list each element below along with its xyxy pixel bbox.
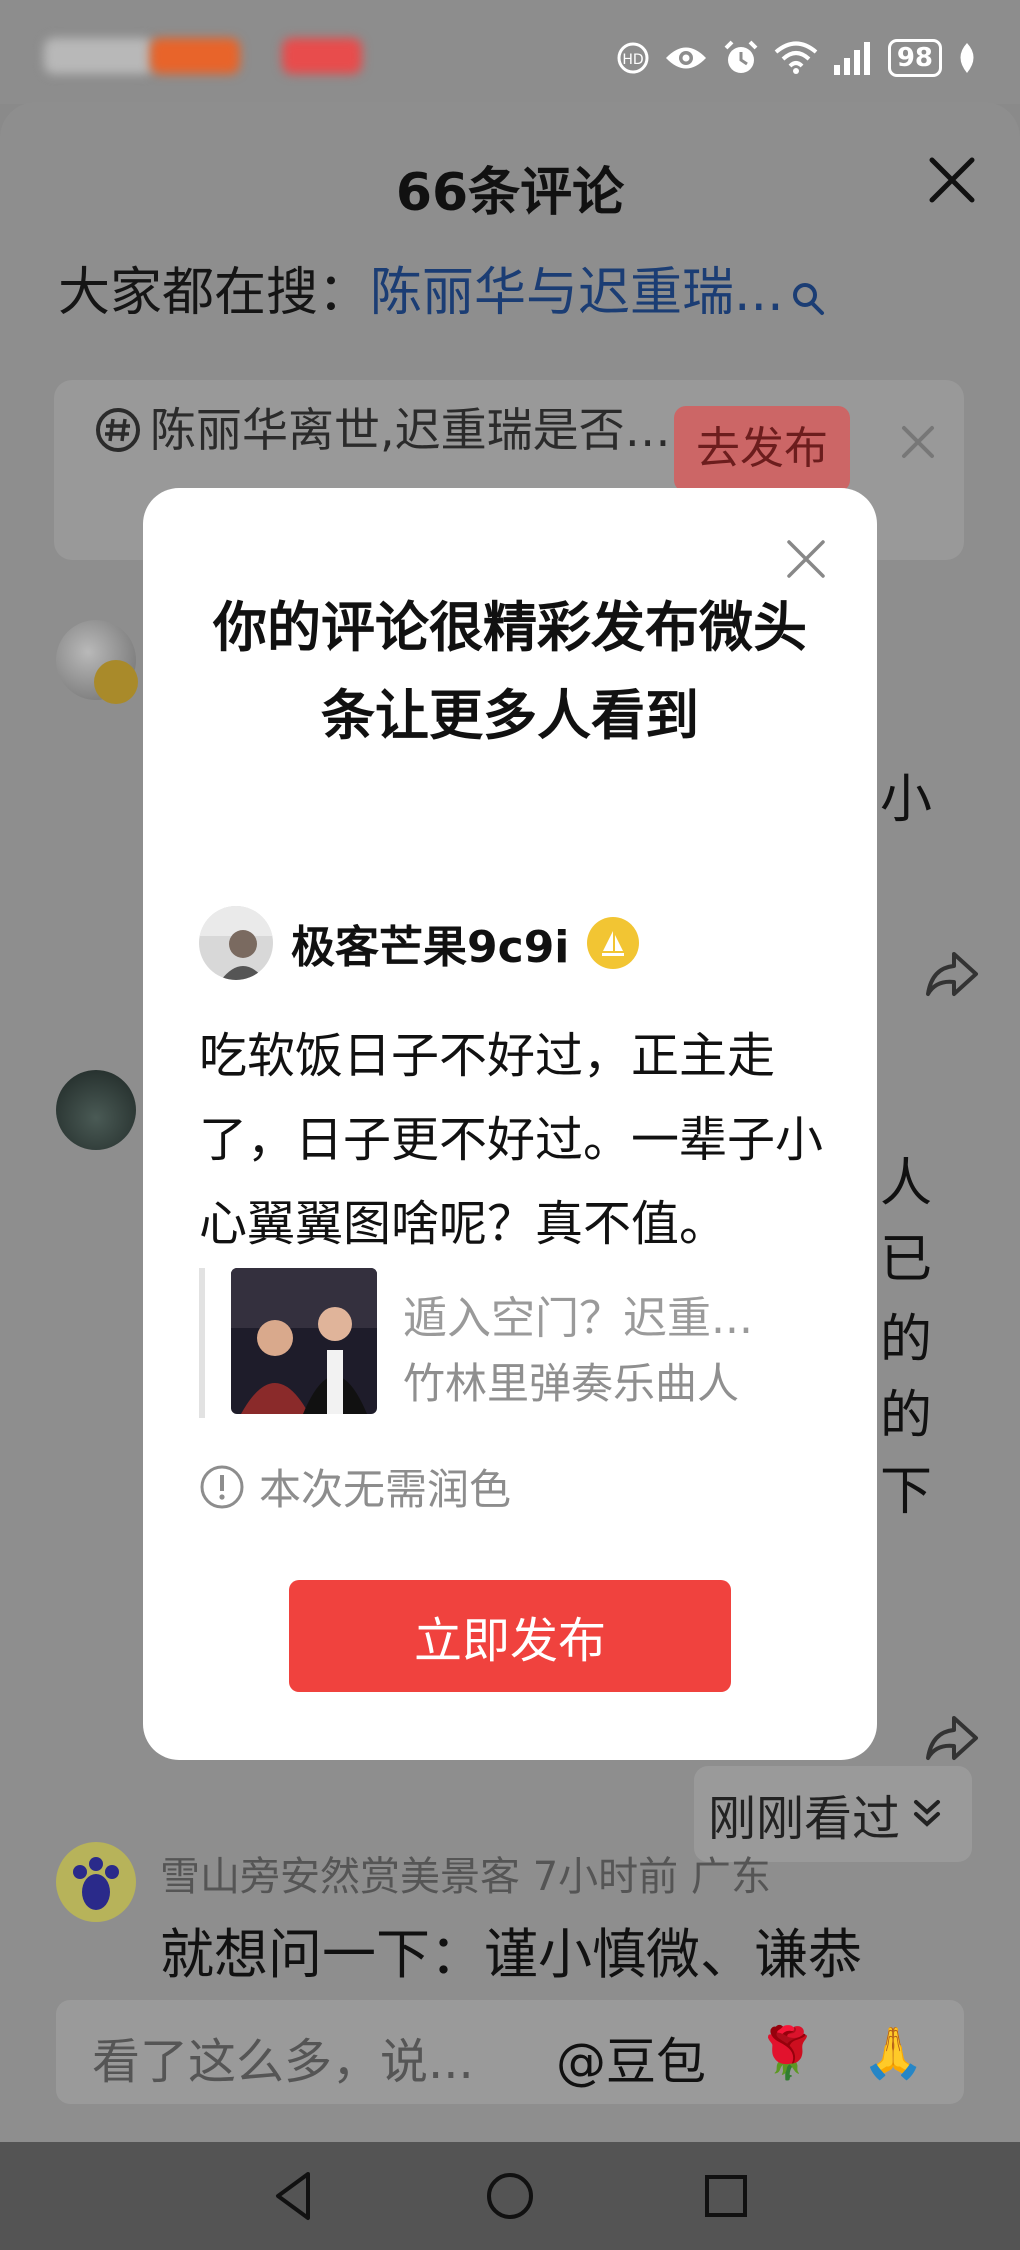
- share-icon[interactable]: [924, 1714, 980, 1764]
- comment-meta: 雪山旁安然赏美景客 7小时前 广东: [160, 1854, 771, 1900]
- avatar[interactable]: [56, 1842, 136, 1922]
- quoted-article[interactable]: 遁入空门？迟重... 竹林里弹奏乐曲人: [199, 1268, 819, 1418]
- recently-viewed-label: 刚刚看过: [708, 1791, 901, 1847]
- share-icon[interactable]: [924, 950, 980, 1000]
- comment-text-fragment: 的: [880, 1310, 933, 1370]
- dialog-title: 你的评论很精彩发布微头条让更多人看到: [213, 596, 807, 747]
- wifi-icon: [774, 41, 818, 75]
- leaf-icon: [956, 41, 978, 75]
- blurred-notification-mid: [150, 38, 240, 74]
- comment-text-fragment: 的: [880, 1386, 933, 1446]
- rose-emoji-button[interactable]: 🌹: [756, 2024, 818, 2083]
- comment-input-bar[interactable]: 看了这么多，说... @豆包 🌹 🙏: [56, 2000, 964, 2104]
- back-icon[interactable]: [264, 2166, 324, 2226]
- info-icon: [199, 1464, 245, 1510]
- close-icon[interactable]: [924, 152, 980, 208]
- avatar[interactable]: [56, 1070, 136, 1150]
- status-bar: HD 98: [0, 0, 1020, 104]
- comment-text-fragment: 小: [880, 770, 933, 830]
- avatar[interactable]: [56, 620, 138, 704]
- blurred-notification-left: [44, 38, 154, 74]
- home-icon[interactable]: [480, 2166, 540, 2226]
- svg-text:HD: HD: [622, 52, 643, 68]
- dialog-close-icon[interactable]: [783, 536, 829, 582]
- verified-badge-icon: [94, 660, 138, 704]
- polish-hint-text: 本次无需润色: [259, 1465, 512, 1514]
- article-thumbnail: [231, 1268, 377, 1414]
- author-row: 极客芒果9c9i: [199, 906, 640, 980]
- comment-text-fragment: 人: [880, 1154, 933, 1214]
- blurred-notification-right: [282, 38, 362, 74]
- publish-now-button[interactable]: 立即发布: [289, 1580, 731, 1692]
- comment-input-placeholder[interactable]: 看了这么多，说...: [92, 2022, 474, 2092]
- hd-icon: HD: [616, 41, 650, 75]
- author-name: 极客芒果9c9i: [291, 922, 570, 973]
- battery-icon: 98: [887, 39, 942, 77]
- recents-icon[interactable]: [696, 2166, 756, 2226]
- polish-hint: 本次无需润色: [199, 1456, 511, 1517]
- comment-text-fragment: 已: [880, 1230, 933, 1290]
- verified-badge-icon: [587, 917, 640, 969]
- topic-publish-button[interactable]: 去发布: [674, 406, 850, 492]
- comment-text-fragment: 下: [880, 1462, 933, 1522]
- mention-doubao-button[interactable]: @豆包: [556, 2022, 706, 2094]
- signal-icon: [832, 41, 874, 75]
- user-comment-text: 吃软饭日子不好过，正主走了，日子更不好过。一辈子小心翼翼图啥呢？真不值。: [199, 1028, 824, 1252]
- topic-title: 陈丽华离世,迟重瑞是否…: [150, 403, 671, 457]
- trending-label: 大家都在搜：: [58, 263, 371, 323]
- trending-search[interactable]: 大家都在搜： 陈丽华与迟重瑞...: [58, 250, 826, 325]
- article-title: 遁入空门？迟重...: [403, 1293, 753, 1344]
- comment-count-title: 66条评论: [395, 163, 625, 223]
- comment-text: 就想问一下：谨小慎微、谦恭: [160, 1923, 862, 1986]
- hashtag-icon: [96, 408, 140, 452]
- article-author: 竹林里弹奏乐曲人: [403, 1359, 740, 1408]
- topic-close-icon[interactable]: [898, 422, 938, 462]
- pray-emoji-button[interactable]: 🙏: [862, 2024, 924, 2083]
- search-icon: [790, 270, 826, 315]
- trending-term-link[interactable]: 陈丽华与迟重瑞...: [370, 250, 784, 325]
- topic-text: 陈丽华离世,迟重瑞是否…: [94, 400, 714, 460]
- publish-dialog: 你的评论很精彩发布微头条让更多人看到 极客芒果9c9i 吃软饭日子不好过，正主走…: [143, 488, 877, 1760]
- eye-icon: [664, 43, 708, 73]
- paw-icon: [73, 1857, 119, 1910]
- chevron-down-icon: [910, 1786, 944, 1842]
- alarm-icon: [722, 39, 760, 77]
- author-avatar: [199, 906, 273, 980]
- system-nav-bar: [0, 2142, 1020, 2250]
